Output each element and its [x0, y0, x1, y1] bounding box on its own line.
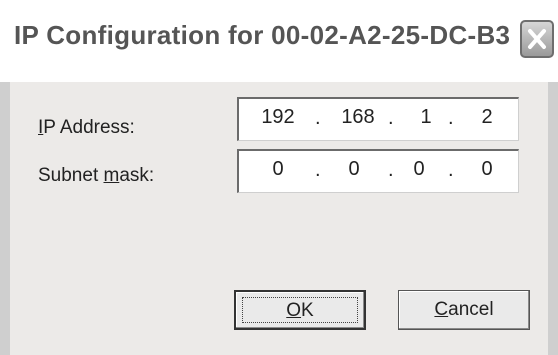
mask-separator: . — [388, 159, 394, 181]
mask-octet-1[interactable]: 0 — [253, 158, 303, 181]
title-bar: IP Configuration for 00-02-A2-25-DC-B3 — [0, 0, 558, 82]
cancel-button[interactable]: Cancel — [398, 290, 530, 330]
mask-separator: . — [315, 159, 321, 181]
window-title: IP Configuration for 00-02-A2-25-DC-B3 — [14, 20, 511, 50]
ip-separator: . — [448, 107, 454, 129]
ip-octet-2[interactable]: 168 — [333, 106, 383, 129]
ip-address-field[interactable]: 192 . 168 . 1 . 2 — [237, 97, 519, 141]
window-frame-left — [0, 82, 10, 355]
mask-separator: . — [448, 159, 454, 181]
cancel-mnemonic: C — [434, 299, 449, 320]
mask-octet-3[interactable]: 0 — [394, 158, 444, 181]
ip-octet-1[interactable]: 192 — [253, 106, 303, 129]
ip-address-label: IP Address: — [38, 117, 135, 138]
mask-octet-2[interactable]: 0 — [329, 158, 379, 181]
ip-separator: . — [388, 107, 394, 129]
close-button[interactable] — [520, 20, 554, 58]
subnet-mask-label: Subnet mask: — [38, 165, 155, 186]
subnet-mask-field[interactable]: 0 . 0 . 0 . 0 — [237, 149, 519, 193]
ok-button[interactable]: OK — [234, 290, 366, 330]
mask-octet-4[interactable]: 0 — [462, 158, 512, 181]
ip-octet-3[interactable]: 1 — [401, 106, 451, 129]
close-icon — [528, 29, 546, 49]
ip-separator: . — [315, 107, 321, 129]
window-frame-right — [548, 82, 558, 355]
ip-octet-4[interactable]: 2 — [462, 106, 512, 129]
ok-mnemonic: O — [286, 300, 302, 321]
